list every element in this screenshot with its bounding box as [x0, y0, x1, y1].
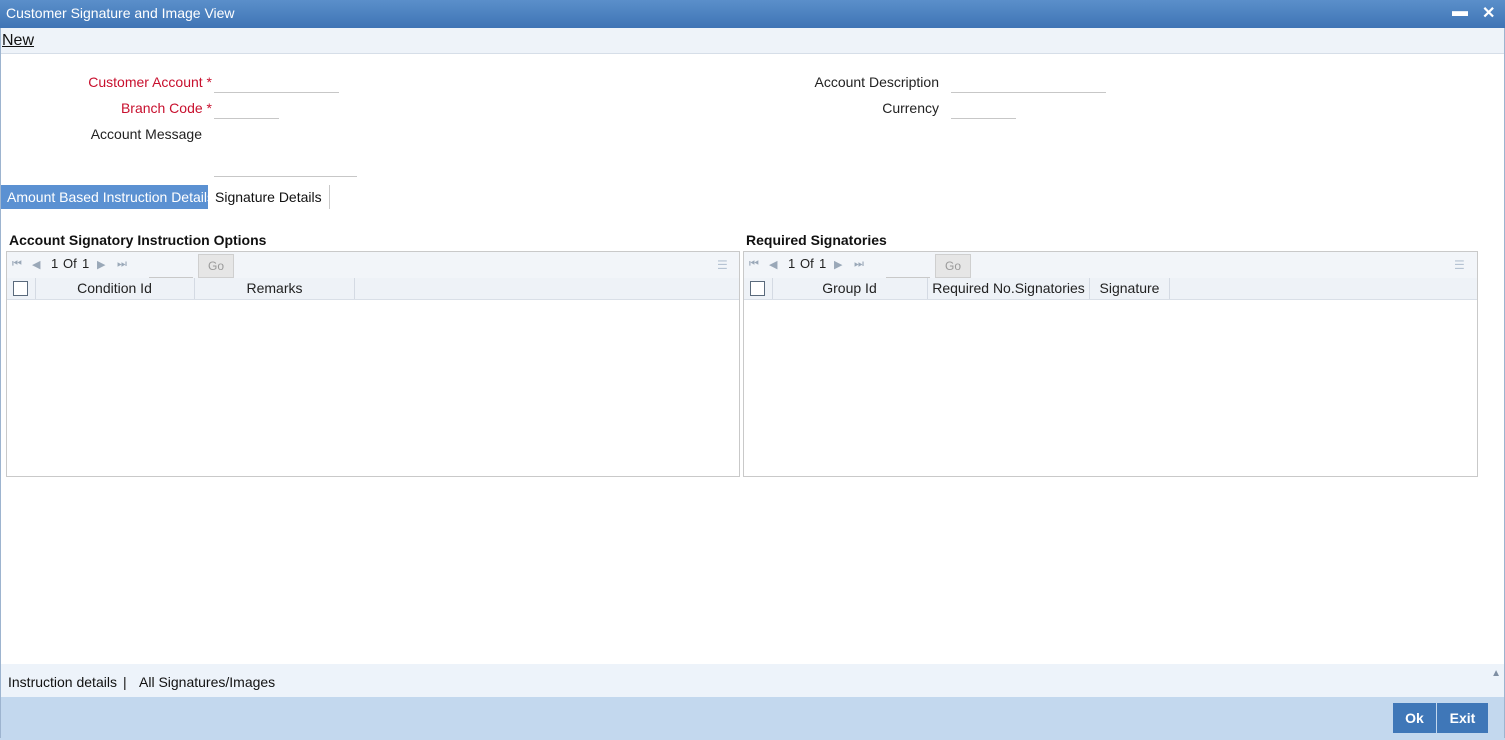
account-message-label: Account Message: [90, 126, 202, 142]
column-header-required-no-signatories[interactable]: Required No.Signatories: [928, 278, 1090, 299]
total-pages: 1: [819, 256, 827, 271]
next-page-icon[interactable]: ▶: [834, 258, 842, 271]
select-all-checkbox[interactable]: [750, 281, 765, 296]
last-page-icon[interactable]: ⏭: [854, 258, 864, 271]
last-page-icon[interactable]: ⏭: [117, 258, 127, 271]
go-button[interactable]: Go: [198, 254, 234, 278]
customer-account-field[interactable]: [214, 74, 339, 93]
required-signatories-grid: ⏮ ◀ 1 Of 1 ▶ ⏭ Go ☰ Group Id Required No…: [743, 251, 1478, 477]
total-pages: 1: [82, 256, 90, 271]
required-signatories-title: Required Signatories: [746, 232, 887, 248]
branch-code-field[interactable]: [214, 100, 279, 119]
previous-page-icon[interactable]: ◀: [32, 258, 40, 271]
grid-pager: ⏮ ◀ 1 Of 1 ▶ ⏭ Go ☰: [7, 252, 739, 278]
window-titlebar: Customer Signature and Image View ▬ ✕: [0, 0, 1505, 28]
footer-separator: |: [123, 674, 127, 690]
customer-account-label-text: Customer Account: [88, 74, 203, 90]
close-icon[interactable]: ✕: [1482, 3, 1495, 23]
column-header-condition-id[interactable]: Condition Id: [35, 278, 195, 299]
select-all-cell: [7, 278, 36, 299]
first-page-icon[interactable]: ⏮: [12, 258, 22, 271]
go-button[interactable]: Go: [935, 254, 971, 278]
required-marker: *: [206, 100, 212, 116]
account-message-field[interactable]: [214, 158, 357, 177]
currency-field[interactable]: [951, 100, 1016, 119]
select-all-cell: [744, 278, 773, 299]
grid-pager: ⏮ ◀ 1 Of 1 ▶ ⏭ Go ☰: [744, 252, 1477, 278]
account-signatory-instruction-options-grid: ⏮ ◀ 1 Of 1 ▶ ⏭ Go ☰ Condition Id Remarks: [6, 251, 740, 477]
branch-code-label-text: Branch Code: [120, 100, 203, 116]
customer-account-label: Customer Account *: [60, 74, 212, 90]
page-of-label: Of: [63, 256, 77, 271]
column-list-icon[interactable]: ☰: [717, 258, 728, 272]
page-of-label: Of: [800, 256, 814, 271]
select-all-checkbox[interactable]: [13, 281, 28, 296]
account-signatory-instruction-options-title: Account Signatory Instruction Options: [9, 232, 267, 248]
grid-header-row: Condition Id Remarks: [7, 278, 739, 300]
menu-bar: New: [0, 28, 1505, 54]
page-number-input[interactable]: [149, 255, 193, 278]
window-title: Customer Signature and Image View: [6, 5, 235, 21]
current-page: 1: [51, 256, 59, 271]
account-description-field[interactable]: [951, 74, 1106, 93]
instruction-details-link[interactable]: Instruction details: [8, 674, 117, 690]
current-page: 1: [788, 256, 796, 271]
tab-signature-details[interactable]: Signature Details: [208, 185, 330, 209]
collapse-up-icon[interactable]: ▲: [1491, 668, 1501, 679]
branch-code-label: Branch Code *: [60, 100, 212, 116]
first-page-icon[interactable]: ⏮: [749, 258, 759, 271]
footer-links-bar: Instruction details | All Signatures/Ima…: [0, 664, 1505, 697]
next-page-icon[interactable]: ▶: [97, 258, 105, 271]
account-description-label: Account Description: [814, 74, 939, 90]
previous-page-icon[interactable]: ◀: [769, 258, 777, 271]
bottom-button-bar: Ok Exit: [0, 697, 1505, 740]
minimize-icon[interactable]: ▬: [1452, 3, 1468, 21]
column-header-remarks[interactable]: Remarks: [195, 278, 355, 299]
required-marker: *: [206, 74, 212, 90]
column-header-signature[interactable]: Signature: [1090, 278, 1170, 299]
column-header-group-id[interactable]: Group Id: [772, 278, 928, 299]
grid-header-row: Group Id Required No.Signatories Signatu…: [744, 278, 1477, 300]
tab-amount-based-instruction-details[interactable]: Amount Based Instruction Details: [0, 185, 221, 209]
ok-button[interactable]: Ok: [1393, 703, 1436, 733]
column-list-icon[interactable]: ☰: [1454, 258, 1465, 272]
page-number-input[interactable]: [886, 255, 930, 278]
all-signatures-images-link[interactable]: All Signatures/Images: [139, 674, 275, 690]
exit-button[interactable]: Exit: [1437, 703, 1488, 733]
new-menu-item[interactable]: New: [2, 32, 34, 50]
currency-label: Currency: [882, 100, 939, 116]
